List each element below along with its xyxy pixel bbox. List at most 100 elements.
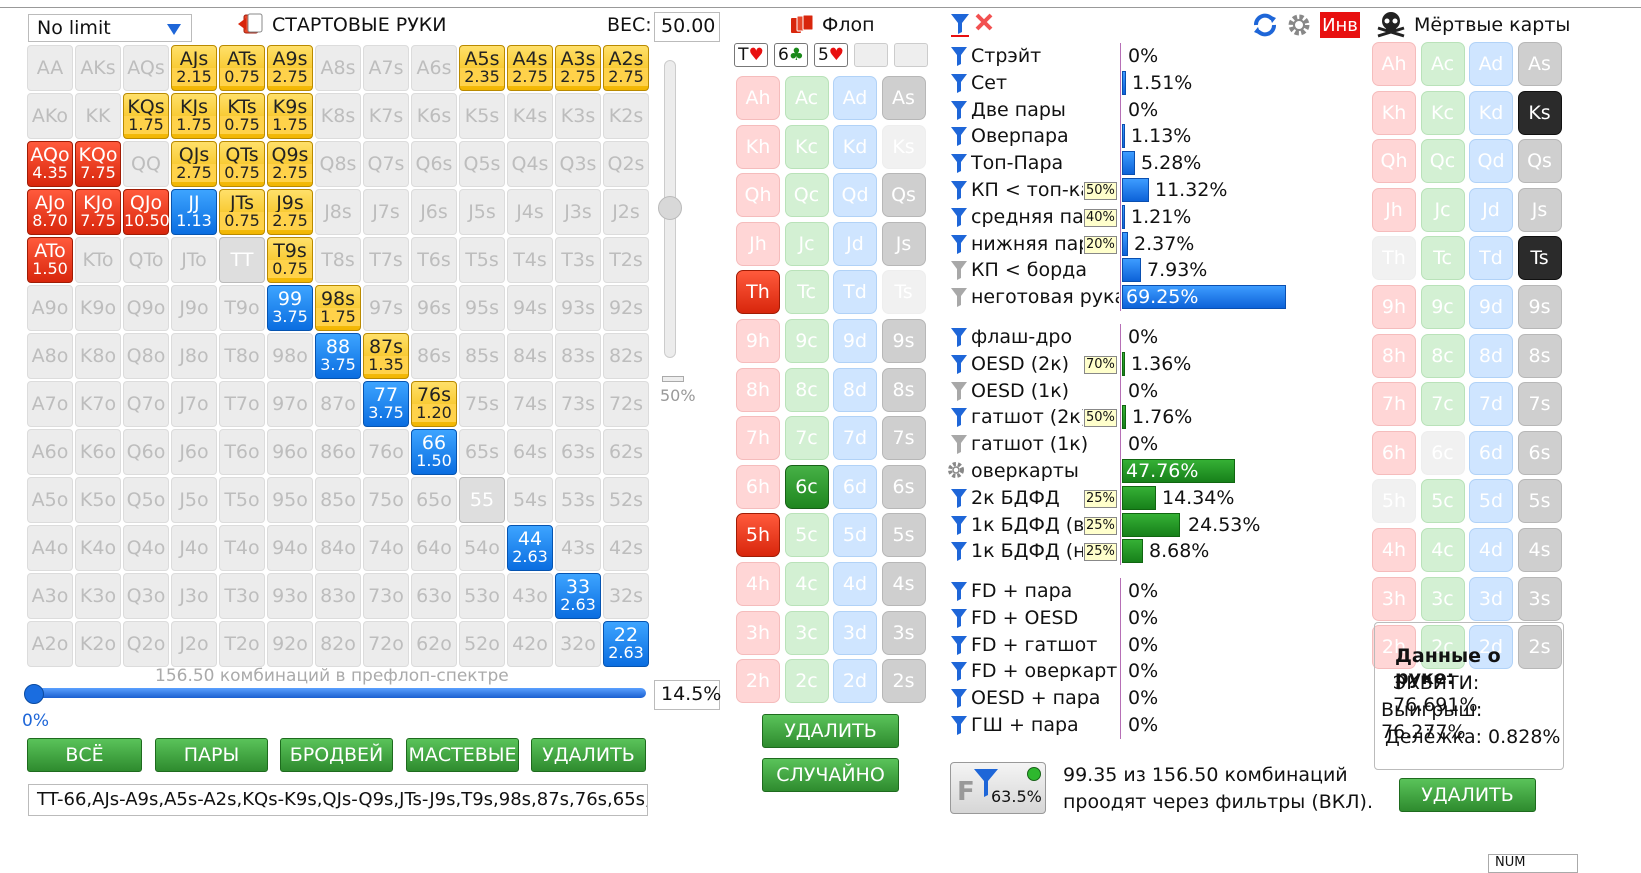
dead-card[interactable]: 3d [1469, 576, 1513, 621]
range-cell[interactable]: A3s 2.75 [555, 45, 601, 91]
dead-card[interactable]: 4d [1469, 528, 1513, 572]
dead-card[interactable]: Ts [1517, 236, 1562, 281]
range-cell[interactable]: 76s 1.20 [411, 381, 457, 427]
dead-card[interactable]: Qd [1469, 139, 1513, 184]
filter-icon[interactable] [950, 540, 968, 566]
range-cell[interactable]: QQ [123, 141, 169, 187]
dead-card[interactable]: 8h [1372, 333, 1416, 378]
filter-icon[interactable] [950, 45, 968, 71]
range-cell[interactable]: K8o [75, 333, 121, 379]
range-cell[interactable]: Q3s [555, 141, 601, 187]
range-cell[interactable]: 95s [459, 285, 505, 331]
dead-card[interactable]: 3h [1372, 576, 1416, 621]
range-cell[interactable]: A4o [27, 525, 73, 571]
range-cell[interactable]: QJo 10.50 [123, 189, 170, 235]
filter-icon[interactable] [950, 660, 968, 686]
range-cell[interactable]: T2s [603, 237, 649, 283]
filter-icon[interactable] [950, 179, 968, 205]
dead-card[interactable]: Kd [1469, 90, 1513, 135]
range-cell[interactable]: T7o [219, 381, 265, 427]
gear-icon[interactable] [1286, 12, 1312, 38]
range-cell[interactable]: J7o [171, 381, 217, 427]
range-cell[interactable]: ATo 1.50 [27, 237, 73, 283]
weight-tag[interactable]: 25% [1084, 489, 1117, 508]
range-cell[interactable]: A5o [27, 477, 73, 523]
range-cell[interactable]: A4s 2.75 [507, 45, 553, 91]
flop-slot[interactable]: T ♥ [734, 43, 768, 67]
flop-card[interactable]: 8c [784, 367, 829, 412]
filter-icon[interactable] [950, 152, 968, 178]
flop-card[interactable]: 3c [784, 610, 829, 655]
range-cell[interactable]: J9o [171, 285, 217, 331]
weight-tag[interactable]: 50% [1084, 409, 1117, 428]
refresh-icon[interactable] [1252, 12, 1278, 38]
suited-button[interactable]: МАСТЕВЫЕ [406, 738, 519, 772]
range-percent-input[interactable]: 14.5% [654, 680, 721, 710]
dead-card[interactable]: 9d [1469, 285, 1513, 329]
range-cell[interactable]: T2o [219, 621, 265, 667]
flop-card[interactable]: Qs [881, 173, 926, 218]
dead-card[interactable]: 8c [1420, 333, 1465, 378]
dead-card[interactable]: As [1517, 42, 1562, 86]
range-cell[interactable]: 98o [267, 333, 313, 379]
range-cell[interactable]: Q5o [123, 477, 169, 523]
range-cell[interactable]: J2o [171, 621, 217, 667]
range-cell[interactable]: 62s [603, 429, 649, 475]
dead-card[interactable]: Td [1469, 236, 1513, 281]
range-cell[interactable]: 73o [363, 573, 409, 619]
range-cell[interactable]: 85s [459, 333, 505, 379]
range-cell[interactable]: KJo 7.75 [75, 189, 121, 235]
range-cell[interactable]: KQo 7.75 [75, 141, 121, 187]
range-cell[interactable]: Q4s [507, 141, 553, 187]
range-cell[interactable]: A8o [27, 333, 73, 379]
range-cell[interactable]: KTo [75, 237, 121, 283]
filter-summary-button[interactable]: F 63.5% [950, 762, 1046, 814]
flop-card[interactable]: Ad [833, 76, 877, 120]
flop-slot[interactable]: 6 ♣ [774, 43, 808, 67]
flop-card[interactable]: 5h [736, 513, 780, 558]
range-cell[interactable]: 95o [267, 477, 313, 523]
range-cell[interactable]: 94o [267, 525, 313, 571]
range-cell[interactable]: A9s 2.75 [267, 45, 313, 91]
range-slider-track[interactable] [30, 688, 646, 698]
flop-card[interactable]: Jh [736, 221, 780, 266]
range-cell[interactable]: JJ 1.13 [171, 189, 217, 235]
range-cell[interactable]: 82s [603, 333, 649, 379]
dead-card[interactable]: Jc [1420, 187, 1465, 232]
range-cell[interactable]: AQs [123, 45, 169, 91]
range-cell[interactable]: Q4o [123, 525, 169, 571]
range-cell[interactable]: QTs 0.75 [219, 141, 265, 187]
dead-card[interactable]: 9c [1420, 285, 1465, 329]
range-cell[interactable]: 76o [363, 429, 409, 475]
flop-card[interactable]: 4c [784, 562, 829, 606]
range-cell[interactable]: J2s [603, 189, 649, 235]
range-cell[interactable]: 97o [267, 381, 313, 427]
range-cell[interactable]: T8o [219, 333, 265, 379]
filter-icon[interactable] [950, 580, 968, 606]
range-cell[interactable]: 64s [507, 429, 553, 475]
weight-tag[interactable]: 20% [1084, 235, 1117, 254]
flop-card[interactable]: As [881, 76, 926, 120]
clear-range-button[interactable]: УДАЛИТЬ [531, 738, 646, 772]
range-cell[interactable]: 82o [315, 621, 361, 667]
flop-card[interactable]: Jc [784, 221, 829, 266]
flop-card[interactable]: Kh [736, 124, 780, 169]
dead-card[interactable]: Js [1517, 187, 1562, 232]
flop-card[interactable]: 4h [736, 562, 780, 606]
range-cell[interactable]: K9s 1.75 [267, 93, 313, 139]
weight-tag[interactable]: 25% [1084, 516, 1117, 535]
flop-card[interactable]: Kd [833, 124, 877, 169]
range-cell[interactable]: 64o [411, 525, 457, 571]
range-cell[interactable]: 54s [507, 477, 553, 523]
range-cell[interactable]: A2s 2.75 [603, 45, 649, 91]
range-cell[interactable]: K2o [75, 621, 121, 667]
filter-icon[interactable] [950, 487, 968, 513]
range-cell[interactable]: 65o [411, 477, 457, 523]
filter-icon[interactable] [950, 286, 968, 312]
dead-card[interactable]: 6h [1372, 430, 1416, 475]
range-cell[interactable]: J8o [171, 333, 217, 379]
range-cell[interactable]: AJs 2.15 [171, 45, 217, 91]
filter-icon[interactable] [950, 72, 968, 98]
range-cell[interactable]: QTo [123, 237, 169, 283]
filter-icon[interactable] [950, 406, 968, 432]
